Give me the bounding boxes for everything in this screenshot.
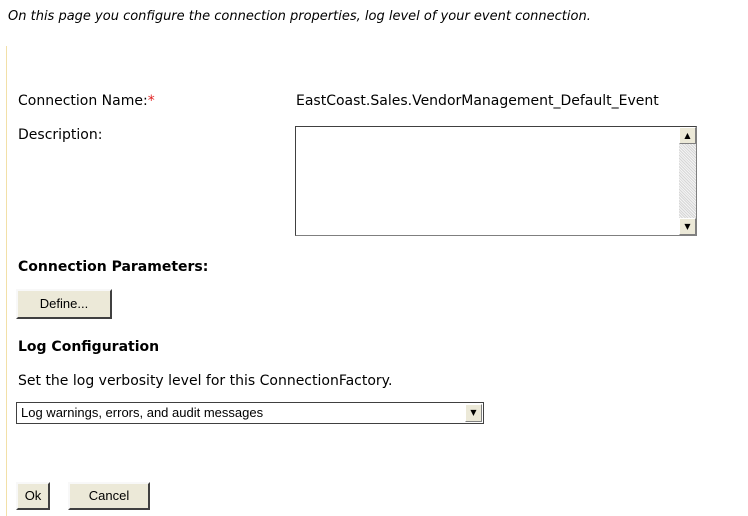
- scroll-up-arrow-icon[interactable]: ▲: [679, 127, 696, 144]
- log-configuration-heading: Log Configuration: [18, 339, 160, 355]
- connection-name-label-row: Connection Name:*: [18, 93, 155, 110]
- connection-parameters-heading: Connection Parameters:: [18, 259, 209, 275]
- description-textarea[interactable]: ▲ ▼: [295, 126, 697, 236]
- description-scrollbar[interactable]: ▲ ▼: [679, 127, 696, 235]
- connection-name-value: EastCoast.Sales.VendorManagement_Default…: [296, 93, 659, 109]
- define-button[interactable]: Define...: [16, 289, 112, 319]
- intro-text: On this page you configure the connectio…: [8, 9, 591, 24]
- scroll-down-arrow-icon[interactable]: ▼: [679, 218, 696, 235]
- required-marker: *: [147, 93, 155, 109]
- connection-name-label: Connection Name:: [18, 93, 148, 109]
- log-level-select[interactable]: Log warnings, errors, and audit messages…: [16, 402, 484, 424]
- description-label: Description:: [18, 127, 103, 143]
- cancel-button[interactable]: Cancel: [68, 482, 150, 510]
- dropdown-arrow-icon[interactable]: ▼: [465, 404, 482, 422]
- log-level-selected-option: Log warnings, errors, and audit messages: [21, 405, 264, 420]
- ok-button[interactable]: Ok: [16, 482, 50, 510]
- left-border-rule: [6, 46, 7, 516]
- log-verbosity-help-text: Set the log verbosity level for this Con…: [18, 373, 393, 389]
